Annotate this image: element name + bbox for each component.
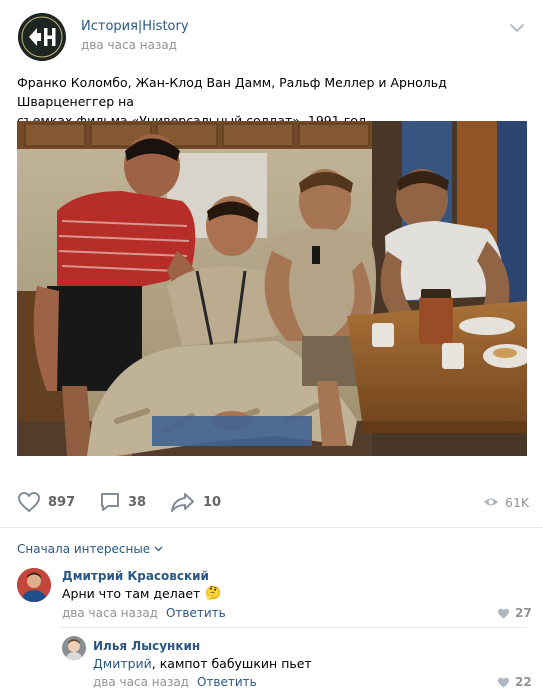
group-avatar[interactable] (18, 13, 66, 61)
comment-like-button[interactable]: 27 (497, 606, 532, 620)
post-actions: 897 38 10 61K (0, 480, 543, 524)
comment-text-body: Арни что там делает (62, 586, 201, 601)
shares-count: 10 (203, 494, 222, 510)
comment-text: Арни что там делает 🤔 (62, 586, 222, 601)
heart-icon (498, 677, 509, 687)
views-counter: 61K (483, 490, 529, 514)
heart-icon (498, 608, 509, 618)
share-button[interactable]: 10 (170, 490, 221, 514)
group-name-link[interactable]: История|History (81, 19, 189, 34)
comment-text-body: , кампот бабушкин пьет (151, 656, 312, 671)
comments-sort-dropdown[interactable]: Сначала интересные (17, 542, 163, 556)
comment-author[interactable]: Илья Лысункин (93, 639, 200, 653)
eye-icon (484, 498, 498, 506)
comment-meta: два часа назад Ответить (62, 606, 226, 620)
group-logo-icon (18, 13, 66, 61)
like-button[interactable]: 897 (17, 490, 75, 514)
share-icon (171, 493, 194, 512)
mention-link[interactable]: Дмитрий (93, 656, 152, 671)
comment-like-button[interactable]: 22 (497, 675, 532, 689)
user-avatar-icon (62, 636, 86, 660)
actions-divider (0, 527, 543, 528)
heart-icon (18, 492, 40, 512)
chevron-down-icon[interactable] (509, 22, 525, 34)
post-header: История|History два часа назад (0, 0, 543, 70)
comment-meta: два часа назад Ответить (93, 675, 257, 689)
comment-reply-item: Илья Лысункин Дмитрий, кампот бабушкин п… (62, 636, 532, 692)
comments-count: 38 (128, 494, 147, 510)
likes-count: 897 (48, 494, 76, 510)
chevron-down-icon (154, 546, 163, 552)
comment-text: Дмитрий, кампот бабушкин пьет (93, 656, 312, 671)
comment-likes-count: 27 (515, 606, 532, 620)
thinking-emoji: 🤔 (205, 586, 222, 601)
post-text-line-1: Франко Коломбо, Жан-Клод Ван Дамм, Ральф… (17, 75, 447, 109)
comment-likes-count: 22 (515, 675, 532, 689)
comment-author[interactable]: Дмитрий Красовский (62, 569, 209, 583)
photo-scene (17, 121, 527, 456)
post-photo[interactable] (17, 121, 527, 456)
avatar[interactable] (62, 636, 86, 660)
comment-time[interactable]: два часа назад (93, 675, 189, 689)
comment-button[interactable]: 38 (99, 490, 146, 514)
comment-time[interactable]: два часа назад (62, 606, 158, 620)
comment-item: Дмитрий Красовский Арни что там делает 🤔… (17, 568, 532, 628)
post-time[interactable]: два часа назад (81, 38, 177, 52)
reply-button[interactable]: Ответить (166, 606, 226, 620)
reply-button[interactable]: Ответить (197, 675, 257, 689)
comments-sort-label: Сначала интересные (17, 542, 151, 556)
views-count: 61K (505, 494, 530, 510)
avatar[interactable] (17, 568, 51, 602)
comment-icon (101, 493, 119, 511)
comment-divider (60, 627, 527, 628)
user-avatar-icon (17, 568, 51, 602)
